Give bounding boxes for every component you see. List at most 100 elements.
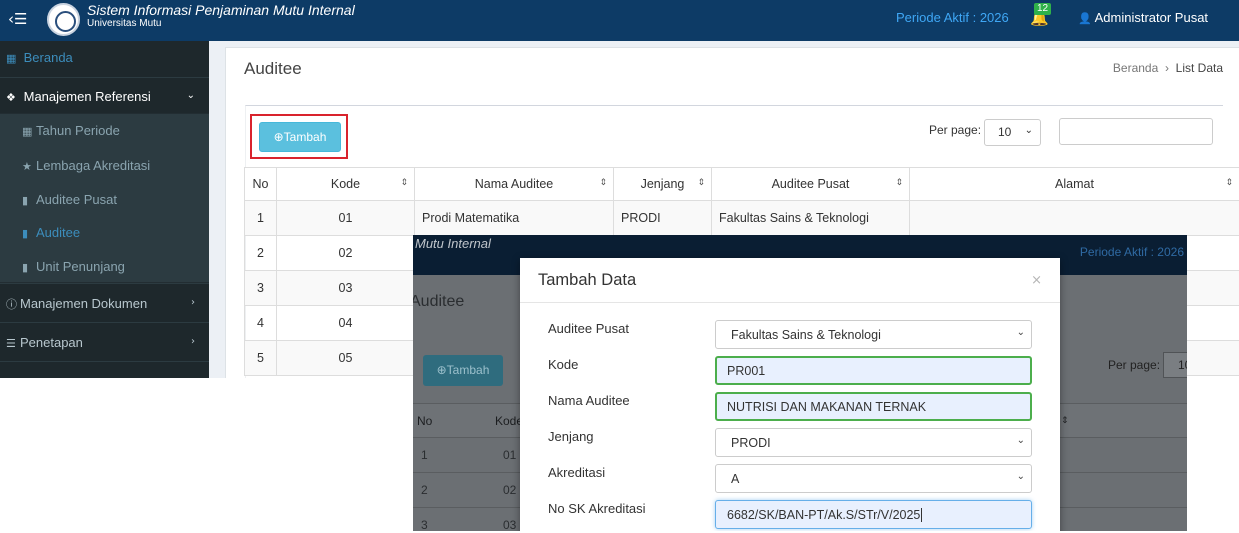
sidebar-item-cut-off (0, 361, 209, 378)
col-header-no[interactable]: No (244, 167, 277, 201)
sidebar-item-label: Manajemen Referensi (23, 89, 151, 104)
building-icon: ▮ (22, 227, 29, 240)
akreditasi-select[interactable]: A ⌄ (715, 464, 1032, 493)
cell-kode: 03 (276, 270, 415, 306)
sidebar-item-auditee-pusat[interactable]: ▮ Auditee Pusat (0, 192, 209, 207)
cell-kode: 05 (276, 340, 415, 376)
label-kode: Kode (548, 357, 579, 372)
modal-header: Tambah Data × (520, 258, 1060, 303)
inset-cell-no: 2 (421, 483, 428, 497)
search-input[interactable] (1059, 118, 1213, 145)
inset-cell-kode: 03 (503, 518, 517, 531)
per-page-select[interactable]: 10 ⌄ (984, 119, 1041, 146)
sidebar-item-penetapan[interactable]: ☰ Penetapan › (0, 322, 209, 361)
chevron-down-icon: ⌄ (1016, 327, 1025, 338)
inset-col-no: No (417, 414, 433, 428)
sidebar-item-manajemen-dokumen[interactable]: ⓘ Manajemen Dokumen › (0, 283, 209, 322)
cell-kode: 04 (276, 305, 415, 341)
kode-input[interactable]: PR001 (715, 356, 1032, 385)
notification-badge: 12 (1034, 3, 1052, 15)
inset-cell-no: 1 (421, 448, 428, 462)
no-sk-akreditasi-input[interactable]: 6682/SK/BAN-PT/Ak.S/STr/V/2025 (715, 500, 1032, 529)
cell-auditee-pusat: Fakultas Sains & Teknologi (711, 200, 910, 236)
col-header-nama-auditee[interactable]: Nama Auditee ⇕ (414, 167, 614, 201)
sort-icon: ⇕ (400, 178, 408, 188)
building-icon: ▮ (22, 194, 29, 207)
akreditasi-value: A (731, 472, 740, 486)
sidebar-item-label: Manajemen Dokumen (20, 296, 148, 311)
inset-app-title: Mutu Internal (415, 236, 491, 251)
inset-add-button: ⊕Tambah (423, 355, 503, 386)
label-nama-auditee: Nama Auditee (548, 393, 630, 408)
table-header-row: No Kode ⇕ Nama Auditee ⇕ Jenjang ⇕ Auditee … (244, 167, 1239, 201)
jenjang-select[interactable]: PRODI ⌄ (715, 428, 1032, 457)
sidebar-item-label: Auditee (36, 225, 81, 240)
add-button[interactable]: ⊕Tambah (259, 122, 341, 152)
sidebar-item-auditee[interactable]: ▮ Auditee (0, 225, 209, 240)
nama-auditee-input[interactable]: NUTRISI DAN MAKANAN TERNAK (715, 392, 1032, 421)
top-navbar: ‹☰ Sistem Informasi Penjaminan Mutu Inte… (0, 0, 1239, 41)
inset-add-label: Tambah (446, 363, 490, 377)
chevron-down-icon: ⌄ (1016, 435, 1025, 446)
label-jenjang: Jenjang (548, 429, 594, 444)
sidebar-item-unit-penunjang[interactable]: ▮ Unit Penunjang (0, 259, 209, 274)
submenu-referensi: ▦ Tahun Periode ★ Lembaga Akreditasi ▮ Audi… (0, 114, 209, 282)
user-menu[interactable]: 👤 Administrator Pusat (1078, 10, 1208, 25)
menu-toggle-icon[interactable]: ‹☰ (8, 10, 27, 28)
jenjang-value: PRODI (731, 436, 771, 450)
breadcrumb-current: List Data (1175, 61, 1223, 75)
sidebar-item-label: Penetapan (20, 335, 83, 350)
plus-circle-icon: ⊕ (436, 363, 447, 377)
label-akreditasi: Akreditasi (548, 465, 606, 480)
sidebar-item-label: Beranda (23, 50, 73, 65)
sort-icon: ⇕ (697, 178, 705, 188)
info-icon: ⓘ (6, 298, 17, 311)
add-button-label: Tambah (283, 130, 327, 144)
sort-icon: ⇕ (599, 178, 607, 188)
inset-cell-no: 3 (421, 518, 428, 531)
sort-icon: ⇕ (895, 178, 903, 188)
cell-no: 5 (244, 340, 277, 376)
col-header-jenjang[interactable]: Jenjang ⇕ (613, 167, 712, 201)
sidebar-item-beranda[interactable]: ▦ Beranda (0, 41, 209, 77)
sidebar-item-lembaga-akreditasi[interactable]: ★ Lembaga Akreditasi (0, 158, 209, 173)
cell-kode: 02 (276, 235, 415, 271)
sidebar-item-manajemen-referensi[interactable]: ❖ Manajemen Referensi ⌄ (0, 77, 209, 113)
plus-circle-icon: ⊕ (273, 130, 284, 144)
grid-icon: ▦ (6, 52, 17, 65)
cell-no: 4 (244, 305, 277, 341)
sidebar-item-tahun-periode[interactable]: ▦ Tahun Periode (0, 123, 209, 138)
close-icon[interactable]: × (1031, 273, 1042, 288)
col-header-kode[interactable]: Kode ⇕ (276, 167, 415, 201)
app-subtitle: Universitas Mutu (87, 18, 162, 29)
col-header-auditee-pusat[interactable]: Auditee Pusat ⇕ (711, 167, 910, 201)
list-icon: ☰ (6, 337, 16, 350)
inset-cell-kode: 02 (503, 483, 517, 497)
chevron-right-icon: › (191, 336, 195, 347)
inset-active-period: Periode Aktif : 2026 (1079, 245, 1184, 259)
sidebar-item-label: Lembaga Akreditasi (36, 158, 151, 173)
chevron-down-icon: ⌄ (186, 90, 195, 101)
user-name: Administrator Pusat (1094, 10, 1209, 25)
col-header-label: Nama Auditee (474, 177, 554, 191)
auditee-pusat-select[interactable]: Fakultas Sains & Teknologi ⌄ (715, 320, 1032, 349)
chevron-down-icon: ⌄ (1016, 471, 1025, 482)
breadcrumb-separator-icon: › (1161, 61, 1173, 75)
col-header-alamat[interactable]: Alamat ⇕ (909, 167, 1239, 201)
inset-cell-kode: 01 (503, 448, 517, 462)
no-sk-akreditasi-value: 6682/SK/BAN-PT/Ak.S/STr/V/2025 (727, 508, 921, 522)
cell-no: 1 (244, 200, 277, 236)
cell-nama-auditee: Prodi Matematika (414, 200, 614, 236)
sidebar-item-label: Tahun Periode (36, 123, 120, 138)
cell-alamat (909, 200, 1239, 236)
table-row: 1 01 Prodi Matematika PRODI Fakultas Sai… (244, 200, 1239, 236)
col-header-label: Kode (330, 177, 361, 191)
inset-per-page-label: Per page: (1108, 358, 1161, 372)
label-auditee-pusat: Auditee Pusat (548, 321, 629, 336)
per-page-value: 10 (998, 125, 1012, 139)
breadcrumb-home[interactable]: Beranda (1113, 61, 1158, 75)
page-title: Auditee (244, 59, 302, 78)
col-header-label: Jenjang (640, 177, 685, 191)
sort-icon: ⇕ (1225, 178, 1233, 188)
sort-icon: ⇕ (1061, 416, 1069, 426)
